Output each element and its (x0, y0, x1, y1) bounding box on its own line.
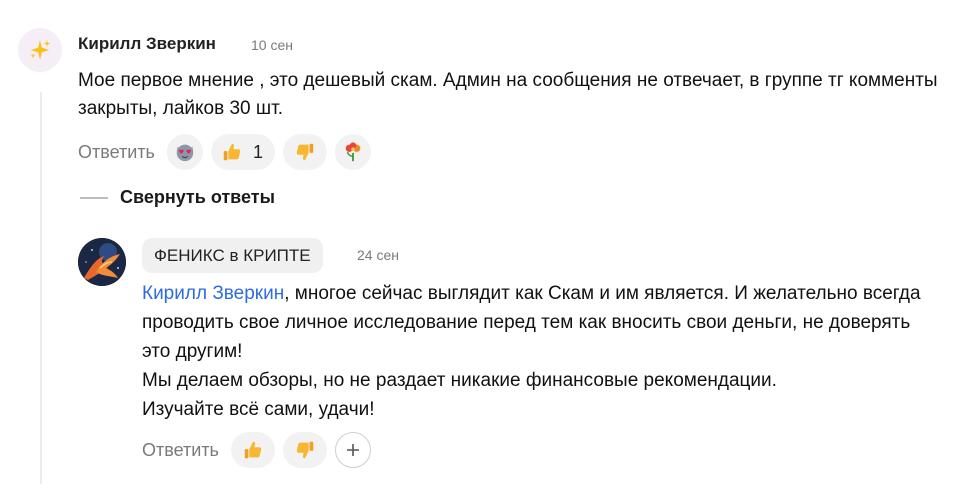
comment-actions: Ответить 1 (78, 134, 371, 170)
thumbs-down-icon (296, 143, 314, 161)
collapse-dash (80, 196, 108, 199)
reply-paragraph-2: Мы делаем обзоры, но не раздает никакие … (142, 370, 777, 391)
collapse-replies-button[interactable]: Свернуть ответы (80, 187, 275, 208)
reaction-thumbs-up[interactable] (230, 432, 275, 468)
reply-author[interactable]: ФЕНИКС в КРИПТЕ (142, 238, 323, 273)
phoenix-icon (78, 238, 126, 286)
phoenix-avatar[interactable] (78, 238, 126, 286)
reaction-count: 1 (252, 141, 263, 162)
sparkles-icon (30, 40, 51, 60)
comment-author[interactable]: Кирилл Зверкин (78, 34, 216, 54)
thread-line (40, 92, 42, 484)
reply-button[interactable]: Ответить (142, 440, 219, 461)
thumbs-up-icon (223, 143, 241, 161)
reaction-heart-eyes[interactable] (166, 134, 203, 170)
comment-date: 10 сен (251, 37, 293, 53)
reaction-flowers[interactable] (334, 134, 371, 170)
reply-date: 24 сен (357, 247, 399, 263)
reply-actions: Ответить (142, 432, 371, 468)
comment-text: Мое первое мнение , это дешевый скам. Ад… (78, 70, 938, 119)
heart-eyes-cat-icon (176, 144, 194, 162)
thumbs-down-icon (296, 441, 314, 459)
reaction-thumbs-down[interactable] (282, 432, 327, 468)
reaction-thumbs-up[interactable]: 1 (210, 134, 275, 170)
avatar[interactable] (18, 28, 62, 72)
reply-button[interactable]: Ответить (78, 142, 155, 163)
reply-paragraph-3: Изучайте всё сами, удачи! (142, 399, 375, 420)
reaction-thumbs-down[interactable] (282, 134, 327, 170)
collapse-replies-label: Свернуть ответы (120, 187, 275, 207)
reply-paragraph-1: Кирилл Зверкин, многое сейчас выглядит к… (142, 279, 942, 366)
plus-icon (346, 444, 359, 456)
reply-text: Кирилл Зверкин, многое сейчас выглядит к… (142, 279, 942, 424)
mention-link[interactable]: Кирилл Зверкин (142, 283, 284, 304)
thumbs-up-icon (244, 441, 262, 459)
flowers-icon (345, 142, 361, 162)
add-reaction-button[interactable] (334, 432, 371, 468)
